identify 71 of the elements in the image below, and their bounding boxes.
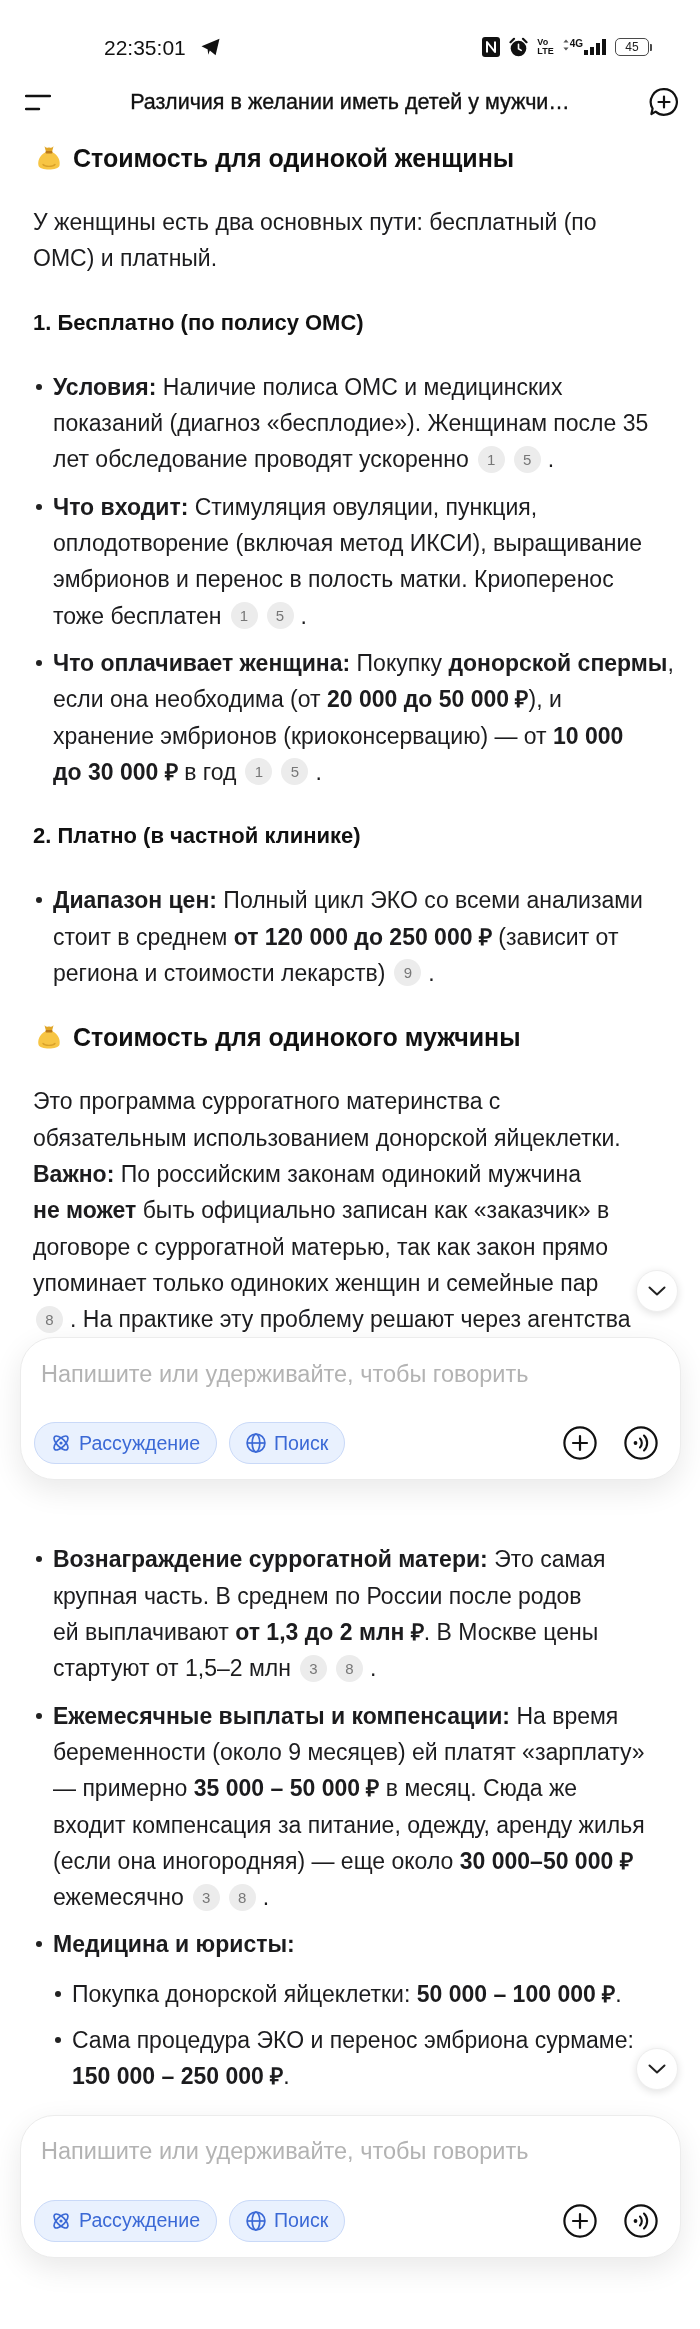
reasoning-toggle[interactable]: Рассуждение [34, 1422, 218, 1465]
bullet-icon [36, 1941, 42, 1948]
source-citation[interactable]: 1 [245, 758, 273, 786]
updown-arrows-icon [562, 39, 569, 51]
paper-plane-icon [200, 38, 220, 56]
bullet-icon [36, 1556, 42, 1563]
bullet-icon [55, 1990, 61, 1997]
network-type: 4G [569, 39, 583, 49]
source-citation[interactable]: 5 [281, 758, 309, 786]
bullet-icon [36, 503, 42, 510]
source-citation[interactable]: 1 [477, 445, 505, 473]
bullet-icon [36, 1712, 42, 1719]
plus-circle-icon [563, 1426, 597, 1461]
subsection-heading: 1. Бесплатно (по полису ОМС) [33, 308, 364, 337]
chat-title: Различия в желании иметь детей у мужчи… [130, 89, 570, 115]
globe-icon [246, 2210, 267, 2231]
scroll-down-button[interactable] [636, 2047, 678, 2090]
list-item-text: Условия: Наличие полиса ОМС и медицинских показаний (диагноз «бесплодие»). Женщинам после 35 лет обследование проводят ускоренно 1 5 . [53, 372, 649, 475]
list-item-text: Медицина и юристы: [53, 1930, 295, 1960]
list-item-text: Что оплачивает женщина: Покупку донорской спермы, если она необходима (от 20 000 до 50 000 ₽), и хранение эмбрионов (криоконсервацию) — от 10 000 до 30 000 ₽ в год 1 5 . [53, 648, 674, 788]
battery-indicator: 45 [615, 38, 652, 56]
money-bag-icon [35, 144, 63, 172]
add-button[interactable] [563, 1426, 597, 1461]
source-citation[interactable]: 5 [266, 602, 294, 630]
chevron-down-icon [648, 2063, 666, 2074]
sound-waves-icon [624, 1426, 658, 1461]
source-citation[interactable]: 3 [299, 1654, 327, 1682]
subsection-heading: 2. Платно (в частной клинике) [33, 822, 361, 851]
alarm-clock-icon [509, 37, 529, 57]
voice-button[interactable] [624, 1426, 658, 1461]
voice-button[interactable] [624, 2203, 658, 2238]
section-heading: Стоимость для одинокого мужчины [73, 1022, 521, 1052]
sound-waves-icon [624, 2203, 658, 2238]
paragraph-text: У женщины есть два основных пути: бесплатный (по ОМС) и платный. [33, 208, 597, 274]
source-citation[interactable]: 9 [394, 959, 422, 987]
paragraph-text: Это программа суррогатного материнства с обязательным использованием донорской яйцеклетки. Важно: По российским законам одинокий мужчина не может быть официально записан как «заказчик» в договоре с суррогатной матерью, так как закон прямо упоминает только одиноких женщин и семейные пар 8 . На практике эту проблему решают через агентства [33, 1087, 631, 1335]
atom-icon [51, 2210, 71, 2231]
list-item-text: Что входит: Стимуляция овуляции, пункция, оплодотворение (включая метод ИКСИ), выращивание эмбрионов и перенос в полость матки. Криоперенос тоже бесплатен 1 5 . [53, 492, 643, 632]
scroll-down-button[interactable] [636, 1270, 678, 1313]
bullet-icon [36, 659, 42, 666]
bullet-icon [36, 383, 42, 390]
globe-icon [246, 1433, 267, 1454]
plus-circle-icon [563, 2203, 597, 2238]
list-item-text: Сама процедура ЭКО и перенос эмбриона сурмаме: 150 000 – 250 000 ₽. [72, 2026, 634, 2092]
source-citation[interactable]: 8 [36, 1305, 63, 1333]
volte-label: Vo LTE [537, 38, 554, 56]
source-citation[interactable]: 5 [513, 445, 541, 473]
add-button[interactable] [563, 2203, 597, 2238]
search-toggle[interactable]: Поиск [229, 2199, 346, 2242]
reasoning-toggle[interactable]: Рассуждение [34, 2199, 218, 2242]
signal-bars-icon [584, 39, 606, 55]
clock-time: 22:35:01 [104, 36, 186, 58]
search-toggle[interactable]: Поиск [229, 1422, 346, 1465]
list-item-text: Ежемесячные выплаты и компенсации: На время беременности (около 9 месяцев) ей платят «зарплату» — примерно 35 000 – 50 000 ₽ в месяц. Сюда же входит компенсация за питание, одежду, аренду жилья (если она иногородняя) — еще около 30 000–50 000 ₽ ежемесячно 3 8 . [53, 1701, 645, 1913]
atom-icon [51, 1433, 71, 1454]
source-citation[interactable]: 3 [192, 1883, 220, 1911]
menu-icon[interactable] [25, 93, 51, 111]
message-input[interactable]: Напишите или удерживайте, чтобы говорить [34, 1356, 658, 1393]
chat-plus-icon[interactable] [649, 87, 679, 117]
list-item-text: Вознаграждение суррогатной матери: Это самая крупная часть. В среднем по России после родов ей выплачивают от 1,3 до 2 млн ₽. В Москве цены стартуют от 1,5–2 млн 3 8 . [53, 1545, 606, 1684]
nfc-icon [482, 37, 501, 57]
list-item-text: Покупка донорской яйцеклетки: 50 000 – 100 000 ₽. [72, 1979, 622, 2009]
bullet-icon [55, 2037, 61, 2043]
source-citation[interactable]: 8 [335, 1654, 363, 1682]
chevron-down-icon [648, 1286, 666, 1297]
source-citation[interactable]: 8 [228, 1883, 256, 1911]
bullet-icon [36, 897, 42, 904]
section-heading: Стоимость для одинокой женщины [73, 143, 515, 173]
source-citation[interactable]: 1 [230, 602, 258, 630]
list-item-text: Диапазон цен: Полный цикл ЭКО со всеми анализами стоит в среднем от 120 000 до 250 000 ₽ (зависит от региона и стоимости лекарств) 9 . [53, 886, 643, 989]
message-input[interactable]: Напишите или удерживайте, чтобы говорить [34, 2133, 658, 2170]
